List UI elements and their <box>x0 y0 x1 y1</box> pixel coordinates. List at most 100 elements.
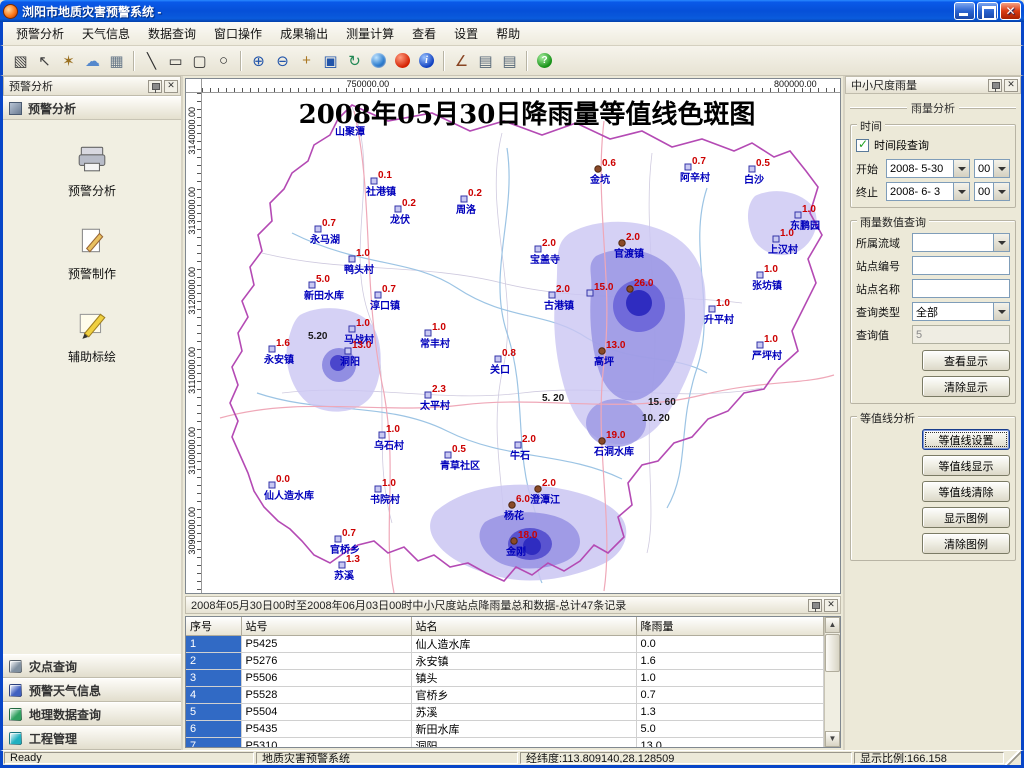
left-group-灾点查询[interactable]: 灾点查询 <box>3 654 181 678</box>
scroll-down-icon[interactable]: ▼ <box>825 731 840 747</box>
pan-icon[interactable]: + <box>295 49 318 72</box>
column-header-站号[interactable]: 站号 <box>241 617 411 635</box>
table-cell: 1.0 <box>636 669 824 686</box>
print-icon[interactable]: ▤ <box>474 49 497 72</box>
station-value: 1.0 <box>802 204 816 215</box>
grid-tool-icon[interactable]: ▦ <box>105 49 128 72</box>
identify-red-icon-glyph <box>395 53 410 68</box>
query-field-row: 站点编号 <box>856 256 1010 275</box>
scrollbar-track[interactable] <box>825 633 840 731</box>
button-等值线显示[interactable]: 等值线显示 <box>922 455 1010 476</box>
end-hour-select[interactable]: 00 <box>974 182 1010 201</box>
table-cell: 苏溪 <box>411 703 636 720</box>
close-button[interactable] <box>1000 2 1021 20</box>
chevron-down-icon[interactable] <box>953 183 969 200</box>
scroll-up-icon[interactable]: ▲ <box>825 617 840 633</box>
roundrect-tool-icon[interactable]: ▢ <box>188 49 211 72</box>
time-range-checkbox[interactable] <box>856 139 869 152</box>
chevron-down-icon[interactable] <box>993 303 1009 320</box>
wand-tool-icon[interactable]: ✶ <box>57 49 80 72</box>
field-查询类型[interactable]: 全部 <box>912 302 1010 321</box>
column-header-站名[interactable]: 站名 <box>411 617 636 635</box>
menu-item-帮助[interactable]: 帮助 <box>487 22 529 45</box>
table-row[interactable]: 5P5504苏溪1.3 <box>186 703 824 720</box>
chevron-down-icon[interactable] <box>993 160 1009 177</box>
table-row[interactable]: 1P5425仙人造水库0.0 <box>186 635 824 652</box>
station-name: 乌石村 <box>374 439 404 452</box>
station-marker <box>445 452 451 458</box>
print-preview-icon[interactable]: ▤ <box>498 49 521 72</box>
zoom-in-icon[interactable]: ⊕ <box>247 49 270 72</box>
column-header-降雨量[interactable]: 降雨量 <box>636 617 824 635</box>
chevron-down-icon[interactable] <box>953 160 969 177</box>
left-tool-预警分析[interactable]: 预警分析 <box>32 142 152 199</box>
info-icon[interactable]: i <box>415 49 438 72</box>
button-等值线设置[interactable]: 等值线设置 <box>922 429 1010 450</box>
refresh-view-icon[interactable]: ↻ <box>343 49 366 72</box>
button-清除图例[interactable]: 清除图例 <box>922 533 1010 554</box>
help-icon[interactable]: ? <box>533 49 556 72</box>
pushpin-icon[interactable] <box>988 79 1002 92</box>
left-group-header[interactable]: 预警分析 <box>3 96 181 120</box>
start-hour-select[interactable]: 00 <box>974 159 1010 178</box>
menu-item-窗口操作[interactable]: 窗口操作 <box>205 22 271 45</box>
menu-item-预警分析[interactable]: 预警分析 <box>7 22 73 45</box>
menu-item-数据查询[interactable]: 数据查询 <box>139 22 205 45</box>
menu-item-天气信息[interactable]: 天气信息 <box>73 22 139 45</box>
chevron-down-icon[interactable] <box>993 183 1009 200</box>
table-scrollbar[interactable]: ▲ ▼ <box>824 617 840 747</box>
rect-tool-icon[interactable]: ▭ <box>164 49 187 72</box>
close-panel-icon[interactable] <box>824 599 838 612</box>
left-group-预警天气信息[interactable]: 预警天气信息 <box>3 678 181 702</box>
button-等值线清除[interactable]: 等值线清除 <box>922 481 1010 502</box>
ellipse-tool-icon[interactable]: ○ <box>212 49 235 72</box>
field-站点编号[interactable] <box>912 256 1010 275</box>
close-panel-icon[interactable] <box>1004 79 1018 92</box>
maximize-button[interactable] <box>977 2 998 20</box>
select-area-icon[interactable]: ▧ <box>9 49 32 72</box>
table-row[interactable]: 4P5528官桥乡0.7 <box>186 686 824 703</box>
edit-pointer-icon[interactable]: ↖ <box>33 49 56 72</box>
resize-grip[interactable] <box>1005 751 1021 765</box>
left-group-地理数据查询[interactable]: 地理数据查询 <box>3 702 181 726</box>
measure-icon[interactable]: ∠ <box>450 49 473 72</box>
line-tool-icon[interactable]: ╲ <box>140 49 163 72</box>
chevron-down-icon[interactable] <box>993 234 1009 251</box>
zoom-full-extent-icon[interactable]: ▣ <box>319 49 342 72</box>
bottom-panel-caption: 2008年05月30日00时至2008年06月03日00时中小尺度站点降雨量总和… <box>185 596 841 614</box>
column-header-序号[interactable]: 序号 <box>186 617 241 635</box>
table-row[interactable]: 3P5506镇头1.0 <box>186 669 824 686</box>
menu-item-查看[interactable]: 查看 <box>403 22 445 45</box>
left-tool-预警制作[interactable]: 预警制作 <box>32 225 152 282</box>
scrollbar-thumb[interactable] <box>825 634 840 672</box>
button-清除显示[interactable]: 清除显示 <box>922 376 1010 397</box>
station-marker <box>595 166 601 172</box>
cloud-tool-icon[interactable]: ☁ <box>81 49 104 72</box>
left-tool-辅助标绘[interactable]: 辅助标绘 <box>32 308 152 365</box>
close-panel-icon[interactable] <box>164 80 178 93</box>
table-row[interactable]: 7P5310洞阳13.0 <box>186 737 824 747</box>
table-row[interactable]: 6P5435新田水库5.0 <box>186 720 824 737</box>
minimize-button[interactable] <box>954 2 975 20</box>
menu-item-成果输出[interactable]: 成果输出 <box>271 22 337 45</box>
field-所属流域[interactable] <box>912 233 1010 252</box>
map-canvas[interactable]: 山聚潭0.1社港镇0.2龙伏0.2周洛0.6金坑0.7阿辛村0.5白沙1.0东鹏… <box>202 93 840 593</box>
identify-red-icon[interactable] <box>391 49 414 72</box>
zoom-out-icon[interactable]: ⊖ <box>271 49 294 72</box>
menu-item-设置[interactable]: 设置 <box>445 22 487 45</box>
query-field-row: 站点名称 <box>856 279 1010 298</box>
station-name: 太平村 <box>419 399 450 412</box>
left-group-工程管理[interactable]: 工程管理 <box>3 726 181 750</box>
globe-icon[interactable] <box>367 49 390 72</box>
menu-item-测量计算[interactable]: 测量计算 <box>337 22 403 45</box>
query-field-row: 查询类型全部 <box>856 302 1010 321</box>
table-row[interactable]: 2P5276永安镇1.6 <box>186 652 824 669</box>
button-查看显示[interactable]: 查看显示 <box>922 350 1010 371</box>
end-date-select[interactable]: 2008- 6- 3 <box>886 182 970 201</box>
pushpin-icon[interactable] <box>808 599 822 612</box>
field-站点名称[interactable] <box>912 279 1010 298</box>
pushpin-icon[interactable] <box>148 80 162 93</box>
button-显示图例[interactable]: 显示图例 <box>922 507 1010 528</box>
start-date-select[interactable]: 2008- 5-30 <box>886 159 970 178</box>
aux-plot-icon <box>76 308 108 345</box>
